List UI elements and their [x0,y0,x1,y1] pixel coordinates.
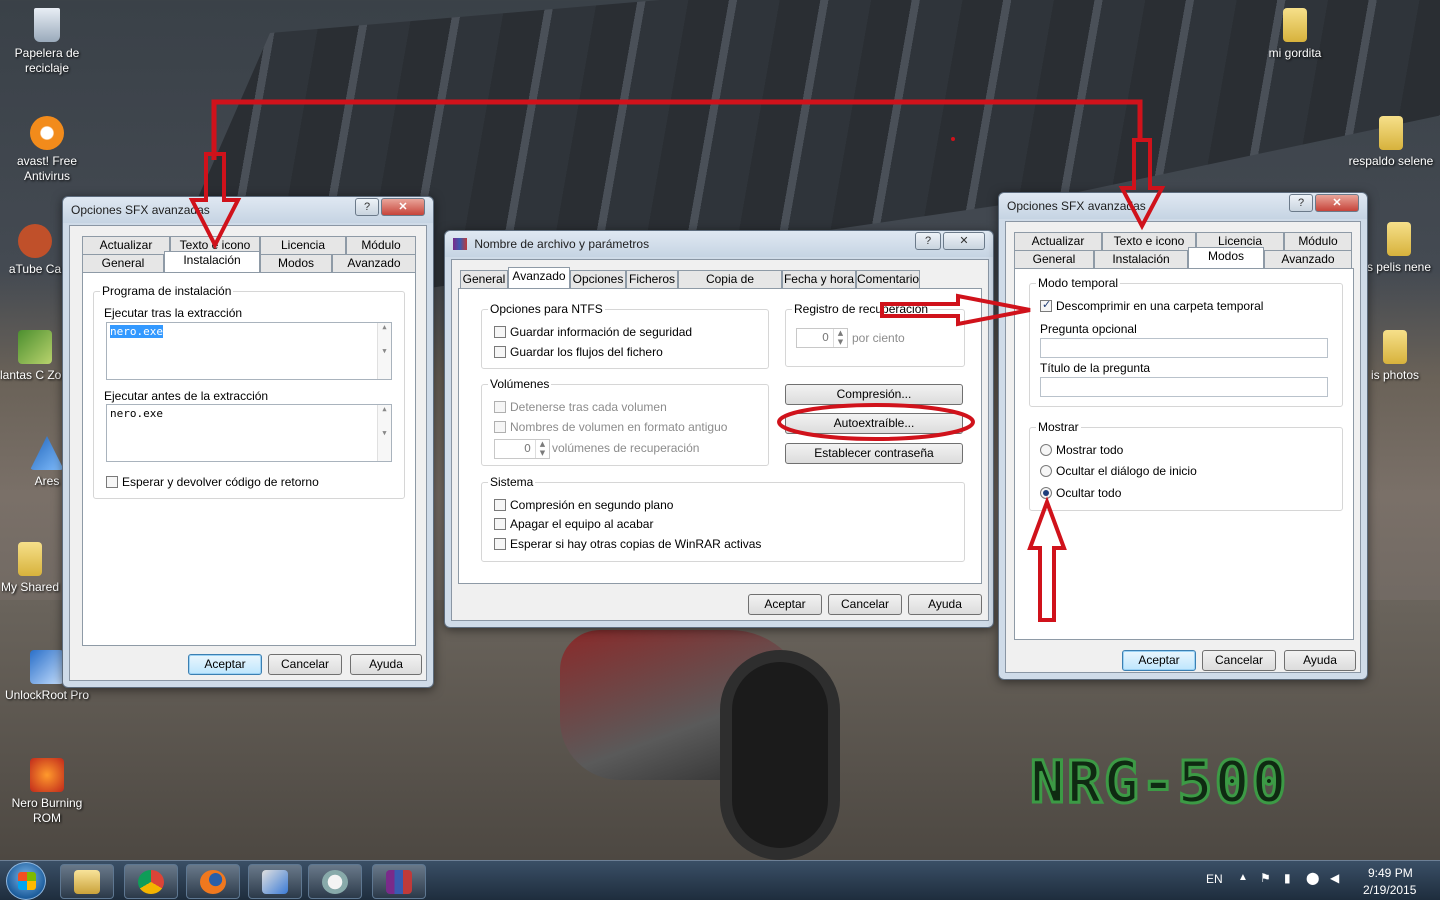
taskbar-explorer[interactable] [60,864,114,899]
tab-modos[interactable]: Modos [1188,247,1264,268]
show-hidden-icons-icon[interactable]: ▲ [1238,872,1248,883]
clock-time[interactable]: 9:49 PM [1368,866,1413,880]
volume-muted-icon[interactable]: ◀ [1330,871,1339,885]
arrow-right-icon [880,293,1031,327]
annotation-dot [951,137,955,141]
arrow-up-icon [1027,496,1067,622]
taskbar-chrome[interactable] [124,864,178,899]
arrow-down-icon [1118,138,1166,231]
tab-avanzado[interactable]: Avanzado [508,267,570,288]
highlight-ellipse [777,403,975,441]
action-center-icon[interactable]: ⚑ [1260,871,1271,885]
clock-date[interactable]: 2/19/2015 [1363,883,1416,897]
network-icon[interactable]: ▮ [1284,871,1291,885]
chrome-icon [138,870,164,894]
arrow-down-icon [188,152,242,250]
language-indicator[interactable]: EN [1206,872,1223,886]
connector-line [211,99,1143,160]
taskbar-winrar[interactable] [372,864,426,899]
taskbar: EN ▲ ⚑ ▮ ⬤ ◀ 9:49 PM 2/19/2015 [0,860,1440,900]
annotation-overlay [188,99,1166,622]
safely-remove-icon[interactable]: ⬤ [1306,871,1319,885]
taskbar-network-tool[interactable] [248,864,302,899]
taskbar-firefox[interactable] [186,864,240,899]
start-button[interactable] [6,862,46,900]
windows-logo-icon [18,872,36,890]
taskbar-paint[interactable] [308,864,362,899]
firefox-icon [200,870,226,894]
network-tool-icon [262,870,288,894]
paint-icon [322,870,348,894]
winrar-icon [386,870,412,894]
explorer-icon [74,870,100,894]
tab-instalacion[interactable]: Instalación [164,251,260,272]
